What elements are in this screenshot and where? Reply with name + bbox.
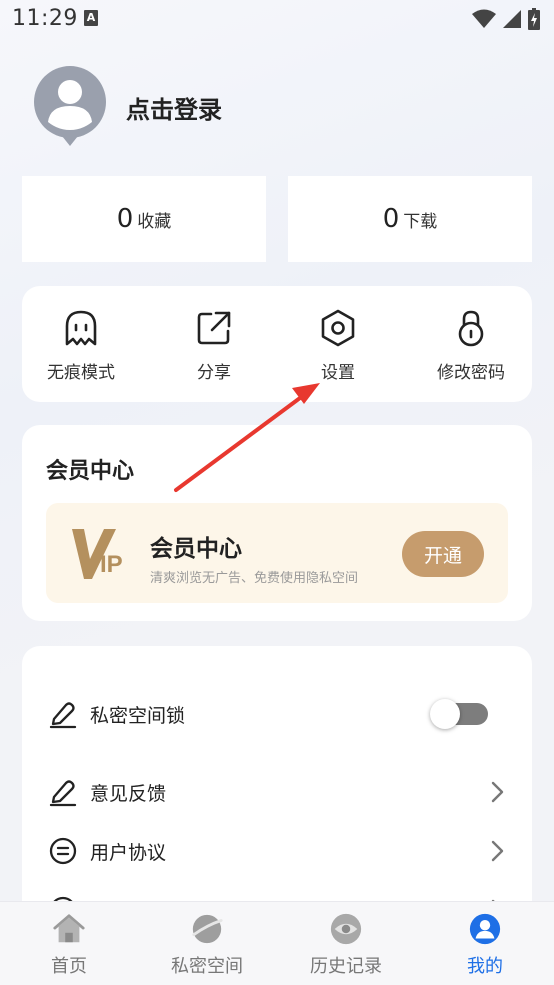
private-space-lock-toggle[interactable]: [430, 699, 488, 729]
nav-mine-label: 我的: [467, 956, 503, 977]
signal-icon: [503, 10, 521, 28]
downloads-label: 下载: [403, 211, 438, 232]
favorites-label: 收藏: [137, 211, 172, 232]
chevron-right-icon: [491, 781, 504, 803]
eye-icon: [330, 913, 362, 945]
share-button[interactable]: 分享: [159, 308, 269, 388]
change-password-button[interactable]: 修改密码: [416, 308, 526, 388]
toggle-knob: [430, 699, 460, 729]
change-password-label: 修改密码: [437, 363, 505, 383]
status-icons: [472, 8, 540, 30]
pen-icon: [49, 780, 77, 807]
nav-home-label: 首页: [51, 956, 87, 977]
favorites-count: 0: [116, 204, 134, 234]
settings-button[interactable]: 设置: [283, 308, 393, 388]
vip-card-description: 清爽浏览无广告、免费使用隐私空间: [150, 571, 359, 586]
avatar-icon: [34, 66, 106, 146]
nav-mine[interactable]: 我的: [425, 912, 545, 978]
home-icon: [53, 914, 85, 943]
private-space-lock-row[interactable]: 私密空间锁: [22, 686, 532, 742]
incognito-mode-label: 无痕模式: [47, 363, 115, 383]
ghost-icon: [65, 310, 97, 346]
activate-vip-button[interactable]: 开通: [402, 531, 484, 577]
user-icon: [469, 913, 501, 945]
favorites-card[interactable]: 0 收藏: [22, 176, 266, 262]
lock-icon: [458, 310, 484, 347]
status-bar: 11:29 A: [0, 0, 554, 40]
vip-section: 会员中心 IP 会员中心 清爽浏览无广告、免费使用隐私空间 开通: [22, 425, 532, 621]
settings-label: 设置: [321, 363, 355, 383]
avatar[interactable]: [34, 66, 106, 146]
vip-logo: IP: [70, 523, 134, 583]
downloads-card[interactable]: 0 下载: [288, 176, 532, 262]
share-label: 分享: [197, 363, 231, 383]
status-time: 11:29: [12, 6, 78, 31]
login-link[interactable]: 点击登录: [126, 90, 222, 125]
private-space-lock-label: 私密空间锁: [90, 704, 186, 727]
user-agreement-label: 用户协议: [90, 841, 167, 864]
battery-icon: [528, 8, 540, 30]
feedback-label: 意见反馈: [90, 782, 167, 805]
feedback-row[interactable]: 意见反馈: [22, 764, 532, 820]
settings-hexagon-icon: [321, 309, 355, 347]
wifi-icon: [472, 9, 496, 28]
incognito-mode-button[interactable]: 无痕模式: [26, 308, 136, 388]
vip-section-title: 会员中心: [46, 459, 135, 484]
nav-private-space-label: 私密空间: [171, 956, 243, 977]
pen-icon: [49, 702, 77, 729]
user-agreement-row[interactable]: 用户协议: [22, 823, 532, 879]
nav-history-label: 历史记录: [310, 956, 382, 977]
vip-logo-text: IP: [100, 551, 123, 578]
downloads-count: 0: [382, 204, 400, 234]
document-circle-icon: [49, 837, 77, 865]
nav-home[interactable]: 首页: [9, 912, 129, 978]
nav-private-space[interactable]: 私密空间: [147, 912, 267, 978]
quick-actions: 无痕模式 分享 设置 修改密码: [22, 286, 532, 402]
planet-icon: [192, 914, 223, 944]
vip-card-title: 会员中心: [150, 536, 242, 562]
notification-icon: A: [84, 10, 98, 26]
share-icon: [197, 311, 231, 345]
vip-card[interactable]: IP 会员中心 清爽浏览无广告、免费使用隐私空间 开通: [46, 503, 508, 603]
bottom-nav: 首页 私密空间 历史记录 我的: [0, 901, 554, 985]
nav-history[interactable]: 历史记录: [286, 912, 406, 978]
chevron-right-icon: [491, 840, 504, 862]
